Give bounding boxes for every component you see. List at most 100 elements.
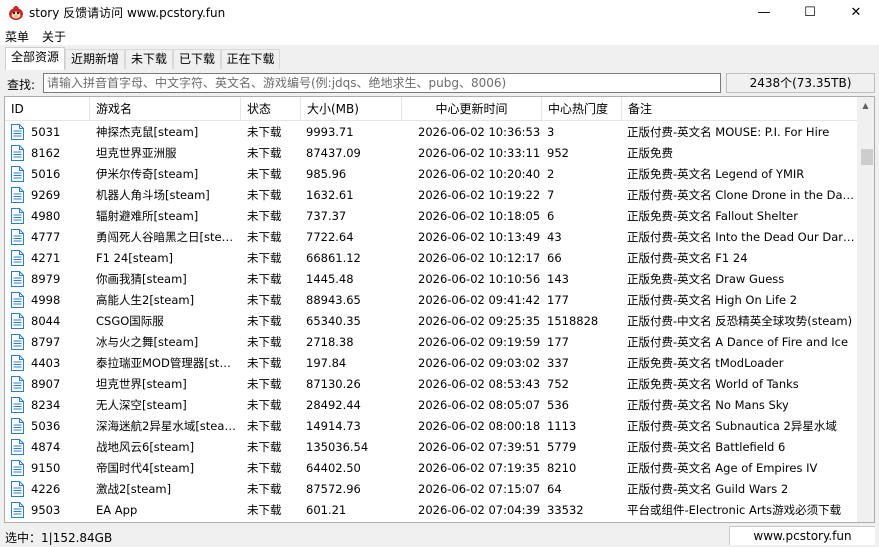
cell-game-name: 无人深空[steam] xyxy=(96,398,187,412)
file-document-icon xyxy=(11,292,24,308)
cell-game-name: 你画我猜[steam] xyxy=(96,272,187,286)
cell-popularity: 177 xyxy=(547,293,569,307)
search-toolbar: 查找: 2438个(73.35TB) xyxy=(0,70,879,96)
file-document-icon xyxy=(11,376,24,392)
cell-status: 未下载 xyxy=(247,356,282,370)
cell-status: 未下载 xyxy=(247,335,282,349)
cell-update-time: 2026-06-02 10:10:56 xyxy=(418,272,541,286)
table-row[interactable]: 4271 F1 24[steam] 未下载 66861.12 2026-06-02 10… xyxy=(5,248,857,269)
table-row[interactable]: 9150 帝国时代4[steam] 未下载 64402.50 2026-06-02 07… xyxy=(5,458,857,479)
scroll-thumb[interactable] xyxy=(861,149,873,165)
cell-remark: 正版付费-英文名 Into the Dead Our Darkest Days xyxy=(627,230,855,244)
cell-update-time: 2026-06-02 10:33:11 xyxy=(418,146,541,160)
file-document-icon xyxy=(11,166,24,182)
cell-game-name: 机器人角斗场[steam] xyxy=(96,188,210,202)
cell-update-time: 2026-06-02 10:12:17 xyxy=(418,251,541,265)
table-row[interactable]: 4998 高能人生2[steam] 未下载 88943.65 2026-06-02 09… xyxy=(5,290,857,311)
cell-status: 未下载 xyxy=(247,230,282,244)
cell-game-name: 冰与火之舞[steam] xyxy=(96,335,199,349)
table-row[interactable]: 8234 无人深空[steam] 未下载 28492.44 2026-06-02 08:… xyxy=(5,395,857,416)
cell-status: 未下载 xyxy=(247,398,282,412)
file-document-icon xyxy=(11,124,24,140)
column-header-status[interactable]: 状态 xyxy=(241,97,301,121)
tab-downloaded[interactable]: 已下载 xyxy=(173,49,221,69)
minimize-button[interactable]: — xyxy=(741,0,787,25)
cell-remark: 正版付费-英文名 Battlefield 6 xyxy=(627,440,786,454)
file-document-icon xyxy=(11,229,24,245)
table-row[interactable]: 8162 坦克世界亚洲服 未下载 87437.09 2026-06-02 10:33:1… xyxy=(5,143,857,164)
menu-bar: 菜单 关于 xyxy=(0,25,879,45)
cell-game-name: 坦克世界亚洲服 xyxy=(96,146,177,160)
table-row[interactable]: 9503 EA App 未下载 601.21 2026-06-02 07:04:39 33… xyxy=(5,500,857,521)
cell-id: 9269 xyxy=(31,188,61,202)
cell-size: 65340.35 xyxy=(306,314,361,328)
close-button[interactable]: ✕ xyxy=(833,0,879,25)
cell-game-name: CSGO国际服 xyxy=(96,314,164,328)
cell-id: 4226 xyxy=(31,482,61,496)
table-row[interactable]: 4980 辐射避难所[steam] 未下载 737.37 2026-06-02 10:1… xyxy=(5,206,857,227)
column-header-popularity[interactable]: 中心热门度 xyxy=(542,97,622,121)
cell-popularity: 177 xyxy=(547,335,569,349)
maximize-button[interactable]: ☐ xyxy=(787,0,833,25)
cell-remark: 正版付费-英文名 No Mans Sky xyxy=(627,398,789,412)
cell-game-name: 帝国时代4[steam] xyxy=(96,461,195,475)
cell-remark: 正版免费-英文名 tModLoader xyxy=(627,356,784,370)
file-document-icon xyxy=(11,502,24,518)
tab-not-downloaded[interactable]: 未下载 xyxy=(125,49,173,69)
cell-update-time: 2026-06-02 08:05:07 xyxy=(418,398,541,412)
cell-size: 2718.38 xyxy=(306,335,354,349)
search-input[interactable] xyxy=(43,73,721,93)
table-row[interactable]: 4777 勇闯死人谷暗黑之日[steam] 未下载 7722.64 2026-06-02… xyxy=(5,227,857,248)
menu-item-menu[interactable]: 菜单 xyxy=(5,28,29,45)
cell-update-time: 2026-06-02 07:15:07 xyxy=(418,482,541,496)
cell-status: 未下载 xyxy=(247,377,282,391)
tab-recent-added[interactable]: 近期新增 xyxy=(65,49,125,69)
cell-remark: 正版付费-英文名 MOUSE: P.I. For Hire xyxy=(627,125,830,139)
cell-status: 未下载 xyxy=(247,461,282,475)
site-link[interactable]: www.pcstory.fun xyxy=(729,526,875,545)
table-row[interactable]: 8797 冰与火之舞[steam] 未下载 2718.38 2026-06-02 09:… xyxy=(5,332,857,353)
table-row[interactable]: 4226 激战2[steam] 未下载 87572.96 2026-06-02 07:1… xyxy=(5,479,857,500)
cell-popularity: 3 xyxy=(547,125,555,139)
table-row[interactable]: 8907 坦克世界[steam] 未下载 87130.26 2026-06-02 08:… xyxy=(5,374,857,395)
cell-status: 未下载 xyxy=(247,167,282,181)
cell-size: 87130.26 xyxy=(306,377,361,391)
cell-game-name: F1 24[steam] xyxy=(96,251,174,265)
file-document-icon xyxy=(11,145,24,161)
cell-size: 135036.54 xyxy=(306,440,369,454)
menu-item-about[interactable]: 关于 xyxy=(42,28,66,45)
column-header-game-name[interactable]: 游戏名 xyxy=(90,97,241,121)
column-header-id[interactable]: ID xyxy=(5,97,90,121)
cell-game-name: 深海迷航2异星水域[steam] xyxy=(96,419,236,433)
column-header-update-time[interactable]: 中心更新时间 xyxy=(402,97,542,121)
cell-size: 985.96 xyxy=(306,167,347,181)
scroll-up-icon[interactable]: ▲ xyxy=(857,97,874,114)
cell-game-name: EA App xyxy=(96,503,138,517)
table-row[interactable]: 5036 深海迷航2异星水域[steam] 未下载 14914.73 2026-06-0… xyxy=(5,416,857,437)
table-row[interactable]: 9269 机器人角斗场[steam] 未下载 1632.61 2026-06-02 10… xyxy=(5,185,857,206)
file-document-icon xyxy=(11,208,24,224)
table-row[interactable]: 5031 神探杰克鼠[steam] 未下载 9993.71 2026-06-02 10:… xyxy=(5,122,857,143)
cell-game-name: 坦克世界[steam] xyxy=(96,377,187,391)
table-row[interactable]: 8979 你画我猜[steam] 未下载 1445.48 2026-06-02 10:1… xyxy=(5,269,857,290)
table-row[interactable]: 4874 战地风云6[steam] 未下载 135036.54 2026-06-02 0… xyxy=(5,437,857,458)
cell-remark: 正版付费-中文名 反恐精英全球攻势(steam) xyxy=(627,314,853,328)
file-document-icon xyxy=(11,250,24,266)
table-row[interactable]: 5016 伊米尔传奇[steam] 未下载 985.96 2026-06-02 10:2… xyxy=(5,164,857,185)
cell-id: 4980 xyxy=(31,209,61,223)
table-row[interactable]: 4403 泰拉瑞亚MOD管理器[steam] 未下载 197.84 2026-06-02… xyxy=(5,353,857,374)
column-header-remark[interactable]: 备注 xyxy=(622,97,857,121)
table-row[interactable]: 8044 CSGO国际服 未下载 65340.35 2026-06-02 09:25:3… xyxy=(5,311,857,332)
cell-size: 87437.09 xyxy=(306,146,361,160)
cell-game-name: 泰拉瑞亚MOD管理器[steam] xyxy=(96,356,236,370)
tab-all-resources[interactable]: 全部资源 xyxy=(5,47,65,70)
cell-update-time: 2026-06-02 09:19:59 xyxy=(418,335,541,349)
tab-downloading[interactable]: 正在下载 xyxy=(221,49,280,69)
cell-update-time: 2026-06-02 08:00:18 xyxy=(418,419,541,433)
cell-update-time: 2026-06-02 10:19:22 xyxy=(418,188,541,202)
cell-status: 未下载 xyxy=(247,146,282,160)
column-header-size[interactable]: 大小(MB) xyxy=(301,97,402,121)
vertical-scrollbar[interactable]: ▲ xyxy=(857,97,874,522)
file-document-icon xyxy=(11,481,24,497)
cell-status: 未下载 xyxy=(247,125,282,139)
